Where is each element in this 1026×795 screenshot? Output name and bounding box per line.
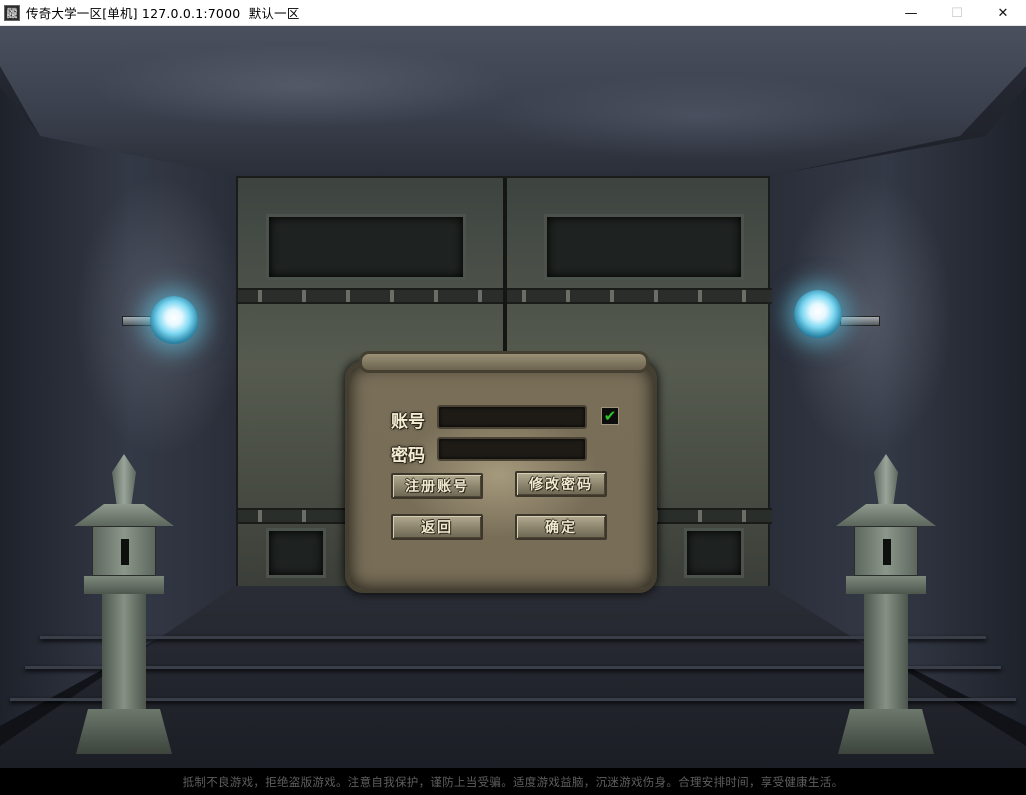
- stone-lantern-right: [836, 454, 936, 754]
- check-icon: ✔: [603, 406, 617, 425]
- orb-bracket-right: [840, 316, 880, 326]
- window-controls: — ☐ ✕: [888, 0, 1026, 26]
- confirm-button[interactable]: 确定: [515, 514, 607, 540]
- health-notice-text: 抵制不良游戏，拒绝盗版游戏。注意自我保护，谨防上当受骗。适度游戏益脑，沉迷游戏伤…: [182, 774, 844, 789]
- minimize-button[interactable]: —: [888, 0, 934, 26]
- glowing-orb-left: [150, 296, 198, 344]
- gate-panel: [266, 214, 466, 280]
- password-input[interactable]: [437, 437, 587, 461]
- cave-ceiling: [0, 26, 1026, 176]
- stone-lantern-left: [74, 454, 174, 754]
- gate-panel: [544, 214, 744, 280]
- window-title: 传奇大学一区[单机] 127.0.0.1:7000 默认一区: [26, 6, 300, 21]
- health-notice-bar: 抵制不良游戏，拒绝盗版游戏。注意自我保护，谨防上当受骗。适度游戏益脑，沉迷游戏伤…: [0, 768, 1026, 795]
- close-button[interactable]: ✕: [980, 0, 1026, 26]
- password-label: 密码: [391, 446, 425, 466]
- register-account-button[interactable]: 注册账号: [391, 473, 483, 499]
- login-panel-top: [359, 351, 649, 373]
- maximize-button: ☐: [951, 5, 963, 21]
- glowing-orb-right: [794, 290, 842, 338]
- gate-panel: [266, 528, 326, 578]
- change-password-button[interactable]: 修改密码: [515, 471, 607, 497]
- account-input[interactable]: [437, 405, 587, 429]
- remember-checkbox[interactable]: ✔: [601, 407, 619, 425]
- login-panel: 账号 ✔ 密码 注册账号 修改密码 返回 确定: [345, 351, 657, 593]
- gate-panel: [684, 528, 744, 578]
- account-label: 账号: [391, 412, 425, 432]
- game-viewport: 账号 ✔ 密码 注册账号 修改密码 返回 确定 抵制不良游戏，拒绝盗版游戏。注意…: [0, 26, 1026, 795]
- window-title-bar[interactable]: 龖 传奇大学一区[单机] 127.0.0.1:7000 默认一区 — ☐ ✕: [0, 0, 1026, 26]
- app-icon[interactable]: 龖: [4, 4, 20, 21]
- back-button[interactable]: 返回: [391, 514, 483, 540]
